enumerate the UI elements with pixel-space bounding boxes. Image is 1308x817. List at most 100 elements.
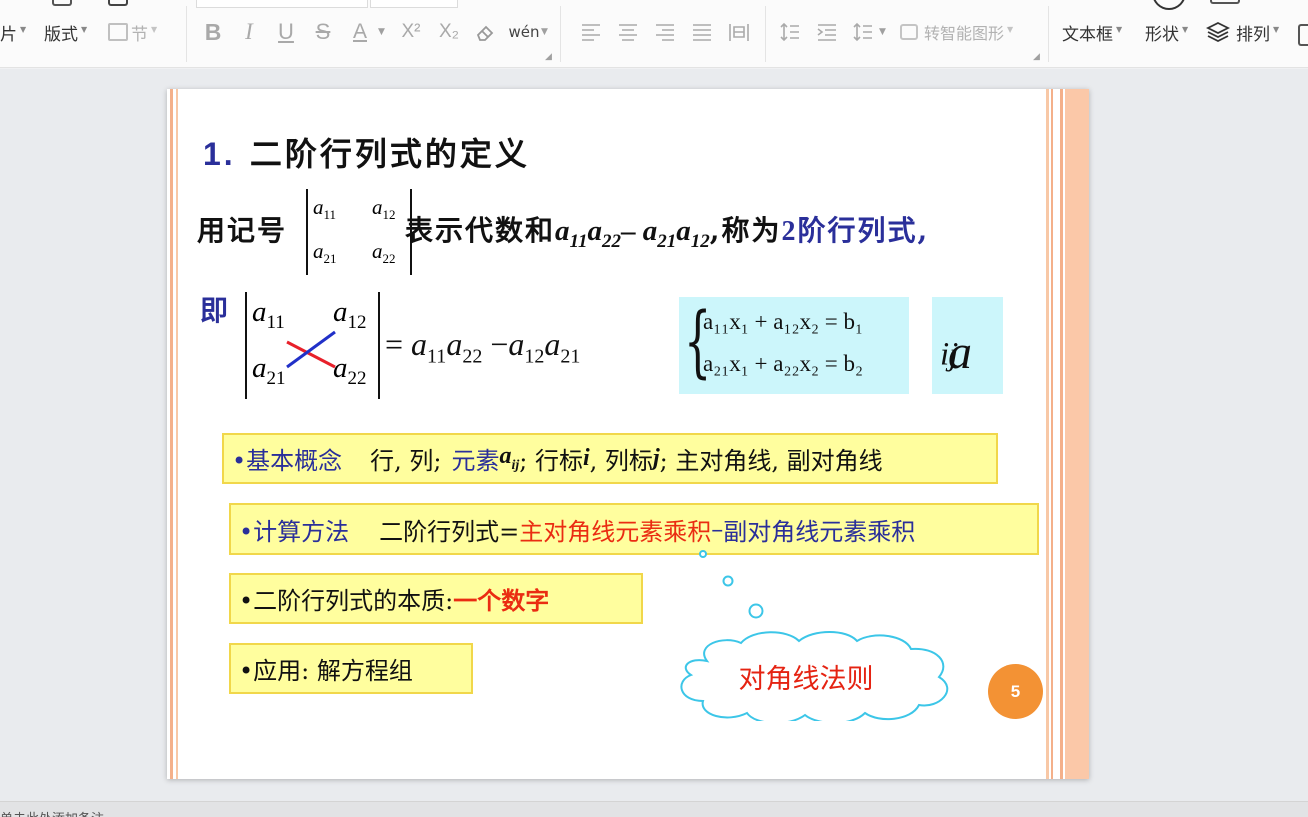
- font-dialog-launcher[interactable]: ◢: [545, 52, 552, 62]
- layout-button[interactable]: 版式 ▼: [44, 20, 88, 45]
- basic-concepts-box[interactable]: •基本概念 行, 列; 元素 aij; 行标 i, 列标 j; 主对角线, 副对角线: [222, 433, 998, 484]
- slide-right-border: [1051, 89, 1053, 779]
- font-name-box[interactable]: [196, 0, 368, 8]
- linear-system-box[interactable]: { a₁₁x₁ + a₁₂x₂ = b₁ a₂₁x₁ + a₂₂x₂ = b₂: [679, 297, 909, 394]
- slide-left-border: [170, 89, 173, 779]
- paragraph-dialog-launcher[interactable]: ◢: [1033, 52, 1040, 62]
- det-entry: a22: [333, 352, 367, 389]
- layers-icon: [1206, 21, 1230, 43]
- section-icon: [108, 23, 128, 41]
- eraser-icon-svg: [476, 25, 494, 41]
- rows-cols-text: 行, 列;: [370, 447, 442, 475]
- det-entry: a11: [313, 195, 337, 223]
- chevron-down-icon: ▼: [81, 24, 88, 34]
- more-icon[interactable]: [1298, 24, 1308, 46]
- slide-title[interactable]: 1. 二阶行列式的定义: [203, 129, 530, 175]
- determinant-expansion: = a11a22 −a12a21: [385, 326, 581, 368]
- det-entry: a21: [313, 239, 337, 267]
- pinyin-button[interactable]: wén: [507, 19, 541, 45]
- align-center-icon[interactable]: [615, 19, 641, 45]
- calculation-method-label: •计算方法: [239, 517, 350, 546]
- superscript-button[interactable]: X²: [396, 19, 426, 45]
- chevron-down-icon: ▼: [1182, 24, 1189, 34]
- callout-text: 对角线法则: [738, 664, 874, 695]
- separator: [1048, 6, 1049, 62]
- font-color-button[interactable]: A: [347, 19, 373, 45]
- slide-right-band: [1065, 89, 1089, 779]
- calculation-method-box[interactable]: •计算方法 二阶行列式= 主对角线元素乘积 – 副对角线元素乘积: [229, 503, 1039, 555]
- expression: a11a22– a21a12: [555, 215, 710, 252]
- diagonals-text: ; 主对角线, 副对角线: [659, 447, 883, 475]
- section-button[interactable]: 节 ▼: [108, 20, 158, 45]
- det-entry: a21: [252, 352, 286, 389]
- determinant-term: 阶行列式,: [797, 214, 930, 247]
- arrange-button[interactable]: 排列 ▼: [1206, 20, 1280, 45]
- smartart-icon: [900, 24, 918, 40]
- slide-canvas[interactable]: 1. 二阶行列式的定义 用记号 表示代数和a11a22– a21a12,称为2阶行…: [167, 89, 1089, 779]
- separator: [560, 6, 561, 62]
- det-entry: a12: [372, 195, 396, 223]
- system-equation-1: a₁₁x₁ + a₁₂x₂ = b₁: [703, 309, 863, 334]
- namely-label: 即: [200, 294, 229, 327]
- application-box[interactable]: •应用: 解方程组: [229, 643, 473, 694]
- font-size-box[interactable]: [370, 0, 458, 8]
- italic-button[interactable]: I: [236, 19, 262, 45]
- convert-smartart-button[interactable]: 转智能图形 ▼: [900, 20, 1013, 44]
- anti-diagonal-product: 副对角线元素乘积: [723, 517, 916, 546]
- subscript-button[interactable]: X₂: [434, 19, 464, 45]
- chevron-down-icon[interactable]: ▼: [378, 27, 385, 37]
- ribbon-toolbar: 片 ▼ 版式 ▼ 节 ▼ B I U S A ▼ X² X₂ wén ▼ ◢ ▼ 转智…: [0, 0, 1308, 68]
- chevron-down-icon[interactable]: ▼: [541, 27, 548, 37]
- arrange-top-icon[interactable]: [1210, 0, 1240, 4]
- shape-button[interactable]: 形状 ▼: [1145, 20, 1189, 45]
- layout-icon[interactable]: [108, 0, 128, 6]
- element-symbol-box[interactable]: a ij: [932, 297, 1003, 394]
- det-entry: a22: [372, 239, 396, 267]
- line-spacing-icon[interactable]: [777, 19, 803, 45]
- align-right-icon[interactable]: [652, 19, 678, 45]
- system-equation-2: a₂₁x₁ + a₂₂x₂ = b₂: [703, 351, 863, 376]
- det-entry: a12: [333, 296, 367, 333]
- diagonal-rule-callout[interactable]: 对角线法则: [675, 631, 965, 721]
- paragraph-spacing-icon[interactable]: [850, 19, 876, 45]
- application-label: •应用: 解方程组: [239, 657, 413, 685]
- title-number: 1.: [203, 136, 236, 172]
- distribute-icon[interactable]: [726, 19, 752, 45]
- chevron-down-icon: ▼: [1273, 24, 1280, 34]
- slide-right-border: [1060, 89, 1063, 779]
- title-text: 二阶行列式的定义: [249, 135, 530, 173]
- method-minus: –: [711, 515, 724, 543]
- order-number: 2: [781, 216, 798, 247]
- textbox-button[interactable]: 文本框 ▼: [1062, 20, 1122, 45]
- bold-button[interactable]: B: [200, 19, 226, 45]
- chevron-down-icon: ▼: [151, 24, 158, 34]
- new-slide-icon[interactable]: [52, 0, 72, 6]
- strikethrough-button[interactable]: S: [310, 19, 336, 45]
- det-entry: a11: [252, 296, 285, 333]
- notes-placeholder: 单击此处添加备注: [0, 808, 104, 817]
- layout-label: 版式: [44, 24, 78, 45]
- chevron-down-icon: ▼: [20, 24, 27, 34]
- notation-prefix: 用记号: [197, 214, 288, 247]
- row-index-text: ; 行标: [519, 447, 583, 475]
- element-term: 元素: [451, 447, 500, 475]
- underline-button[interactable]: U: [273, 19, 299, 45]
- slide-left-border-inner: [176, 89, 178, 779]
- separator: [186, 6, 187, 62]
- indent-icon[interactable]: [814, 19, 840, 45]
- convert-smartart-label: 转智能图形: [924, 24, 1005, 43]
- small-determinant: a11 a12 a21 a22: [306, 189, 412, 275]
- align-left-icon[interactable]: [578, 19, 604, 45]
- essence-value: 一个数字: [453, 586, 550, 615]
- chevron-down-icon[interactable]: ▼: [879, 27, 886, 37]
- textbox-label: 文本框: [1062, 24, 1113, 45]
- col-index-symbol: j: [652, 445, 660, 471]
- slide-button-partial[interactable]: 片 ▼: [0, 20, 27, 45]
- shape-icon[interactable]: [1152, 0, 1186, 10]
- eraser-icon[interactable]: [472, 19, 498, 45]
- chevron-down-icon: ▼: [1007, 24, 1014, 34]
- essence-label: •二阶行列式的本质:: [239, 587, 454, 615]
- notes-bar[interactable]: 单击此处添加备注: [0, 801, 1308, 817]
- justify-icon[interactable]: [689, 19, 715, 45]
- essence-box[interactable]: •二阶行列式的本质: 一个数字: [229, 573, 643, 624]
